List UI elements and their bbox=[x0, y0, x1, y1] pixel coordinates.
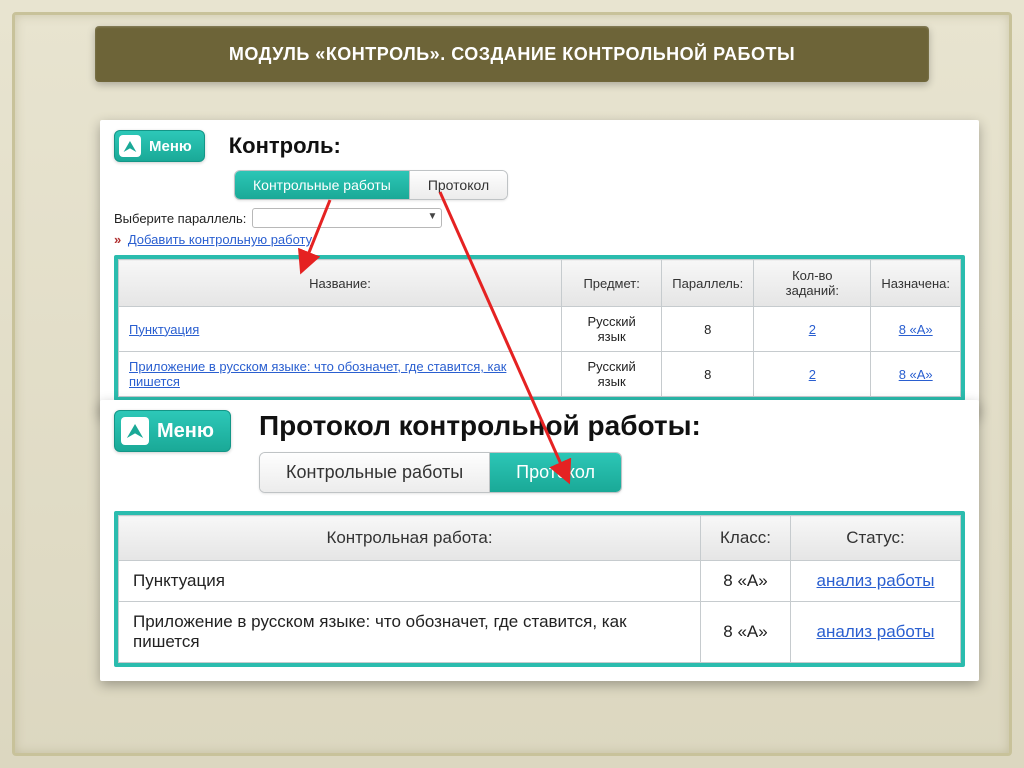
col-name: Контрольная работа: bbox=[119, 516, 701, 561]
table-row: Пунктуация 8 «А» анализ работы bbox=[119, 561, 961, 602]
table-row: Приложение в русском языке: что обозначе… bbox=[119, 352, 961, 397]
panel-title: Контроль: bbox=[229, 133, 965, 159]
table-row: Приложение в русском языке: что обозначе… bbox=[119, 602, 961, 663]
status-link[interactable]: анализ работы bbox=[817, 571, 935, 590]
tab-control-works[interactable]: Контрольные работы bbox=[235, 171, 410, 199]
menu-button-label: Меню bbox=[157, 420, 214, 443]
status-link[interactable]: анализ работы bbox=[817, 622, 935, 641]
col-status: Статус: bbox=[791, 516, 961, 561]
panel-protocol: ⮝ Меню Протокол контрольной работы: Конт… bbox=[100, 400, 979, 681]
col-assigned: Назначена: bbox=[871, 260, 961, 307]
table-frame: Название: Предмет: Параллель: Кол-во зад… bbox=[114, 255, 965, 401]
cell-subject: Русский язык bbox=[562, 352, 662, 397]
work-name-link[interactable]: Пунктуация bbox=[129, 322, 199, 337]
col-class: Класс: bbox=[701, 516, 791, 561]
cell-name: Пунктуация bbox=[119, 561, 701, 602]
slide-title: МОДУЛЬ «КОНТРОЛЬ». СОЗДАНИЕ КОНТРОЛЬНОЙ … bbox=[229, 44, 795, 65]
table-row: Пунктуация Русский язык 8 2 8 «А» bbox=[119, 307, 961, 352]
tab-protocol[interactable]: Протокол bbox=[490, 453, 621, 492]
col-name: Название: bbox=[119, 260, 562, 307]
cell-assigned-link[interactable]: 8 «А» bbox=[899, 367, 933, 382]
arrow-up-icon: ⮝ bbox=[121, 417, 149, 445]
cell-assigned-link[interactable]: 8 «А» bbox=[899, 322, 933, 337]
table-frame: Контрольная работа: Класс: Статус: Пункт… bbox=[114, 511, 965, 667]
parallel-label: Выберите параллель: bbox=[114, 211, 246, 226]
col-subject: Предмет: bbox=[562, 260, 662, 307]
parallel-select[interactable] bbox=[252, 208, 442, 228]
arrow-up-icon: ⮝ bbox=[119, 135, 141, 157]
menu-button-label: Меню bbox=[149, 138, 192, 155]
raquo-icon: » bbox=[114, 232, 121, 247]
add-work-link[interactable]: Добавить контрольную работу bbox=[128, 232, 312, 247]
col-tasks: Кол-во заданий: bbox=[754, 260, 871, 307]
cell-class: 8 «А» bbox=[701, 561, 791, 602]
cell-tasks-link[interactable]: 2 bbox=[809, 367, 816, 382]
menu-button[interactable]: ⮝ Меню bbox=[114, 130, 205, 162]
slide-title-bar: МОДУЛЬ «КОНТРОЛЬ». СОЗДАНИЕ КОНТРОЛЬНОЙ … bbox=[95, 26, 929, 82]
cell-class: 8 «А» bbox=[701, 602, 791, 663]
cell-parallel: 8 bbox=[662, 352, 754, 397]
work-name-link[interactable]: Приложение в русском языке: что обозначе… bbox=[129, 359, 506, 389]
cell-parallel: 8 bbox=[662, 307, 754, 352]
tabs: Контрольные работы Протокол bbox=[259, 452, 622, 493]
tab-control-works[interactable]: Контрольные работы bbox=[260, 453, 490, 492]
cell-subject: Русский язык bbox=[562, 307, 662, 352]
tab-protocol[interactable]: Протокол bbox=[410, 171, 507, 199]
tabs: Контрольные работы Протокол bbox=[234, 170, 508, 200]
panel-control: ⮝ Меню Контроль: Контрольные работы Прот… bbox=[100, 120, 979, 415]
menu-button[interactable]: ⮝ Меню bbox=[114, 410, 231, 452]
cell-name: Приложение в русском языке: что обозначе… bbox=[119, 602, 701, 663]
panel-title: Протокол контрольной работы: bbox=[259, 410, 965, 442]
cell-tasks-link[interactable]: 2 bbox=[809, 322, 816, 337]
col-parallel: Параллель: bbox=[662, 260, 754, 307]
